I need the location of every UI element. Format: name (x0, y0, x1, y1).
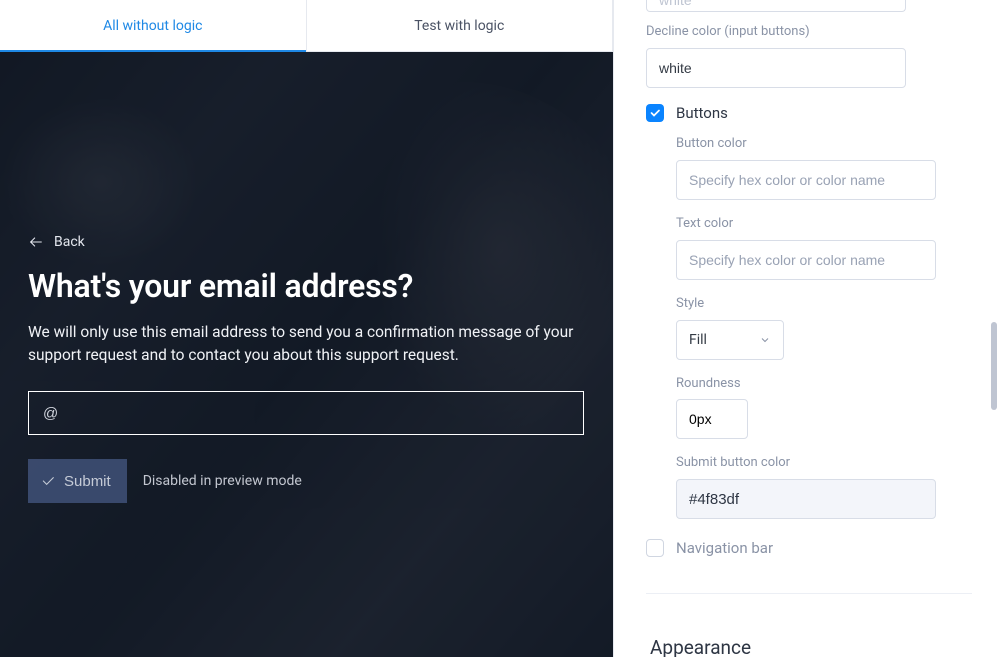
style-label: Style (676, 296, 972, 313)
submit-button-color-label: Submit button color (676, 455, 972, 472)
submit-button-color-input[interactable] (676, 479, 936, 519)
preview-tabs: All without logic Test with logic (0, 0, 613, 52)
tab-label: Test with logic (414, 18, 504, 34)
scrollbar[interactable] (987, 8, 999, 643)
navigation-bar-label: Navigation bar (676, 539, 773, 557)
roundness-label: Roundness (676, 376, 972, 393)
chevron-down-icon (759, 334, 771, 346)
style-value: Fill (689, 332, 707, 348)
tab-all-without-logic[interactable]: All without logic (0, 0, 307, 51)
scrollbar-thumb[interactable] (991, 322, 997, 410)
email-field[interactable] (28, 391, 584, 435)
buttons-checkbox[interactable] (646, 104, 664, 122)
back-label: Back (54, 234, 85, 250)
submit-label: Submit (64, 473, 111, 490)
buttons-checkbox-row[interactable]: Buttons (646, 104, 972, 122)
text-color-label: Text color (676, 216, 972, 233)
navigation-bar-checkbox[interactable] (646, 539, 664, 557)
button-color-input[interactable] (676, 160, 936, 200)
decline-color-input[interactable] (646, 48, 906, 88)
submit-button[interactable]: Submit (28, 459, 127, 503)
disabled-note: Disabled in preview mode (143, 473, 302, 489)
appearance-section-title: Appearance (650, 636, 972, 657)
tab-test-with-logic[interactable]: Test with logic (307, 0, 614, 51)
roundness-input[interactable] (676, 399, 748, 439)
style-select[interactable]: Fill (676, 320, 784, 360)
check-icon (40, 473, 56, 489)
decline-color-label: Decline color (input buttons) (646, 24, 972, 41)
settings-panel: Decline color (input buttons) Buttons Bu… (614, 0, 1000, 657)
arrow-left-icon (28, 234, 44, 250)
preview-panel: All without logic Test with logic Back W… (0, 0, 614, 657)
partial-field[interactable] (646, 0, 906, 12)
question-title: What's your email address? (28, 268, 585, 305)
form-preview: Back What's your email address? We will … (0, 52, 613, 657)
section-divider (646, 593, 972, 594)
question-description: We will only use this email address to s… (28, 321, 585, 368)
navigation-bar-checkbox-row[interactable]: Navigation bar (646, 539, 972, 557)
tab-label: All without logic (103, 18, 202, 34)
button-color-label: Button color (676, 136, 972, 153)
text-color-input[interactable] (676, 240, 936, 280)
back-button[interactable]: Back (28, 234, 585, 250)
buttons-label: Buttons (676, 104, 728, 122)
check-icon (649, 107, 661, 119)
